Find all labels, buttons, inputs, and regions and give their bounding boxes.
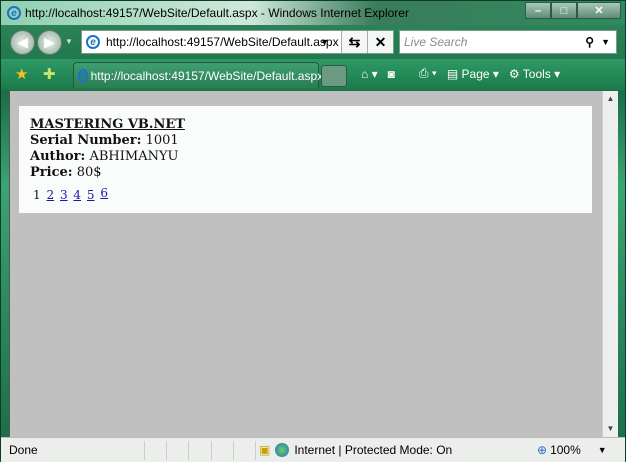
search-dropdown[interactable]: ▼ [601,37,610,47]
page-icon: e [86,35,100,49]
navigation-bar: ◀ ▶ ▼ e http://localhost:49157/WebSite/D… [1,27,625,58]
author-value: ABHIMANYU [89,149,179,164]
price-value: 80$ [76,165,102,180]
tab-title: http://localhost:49157/WebSite/Default.a… [90,68,324,83]
minimize-button[interactable]: – [525,2,551,19]
pager: 1 2 3 4 5 6 [30,185,581,203]
author-label: Author: [30,149,86,164]
print-icon[interactable]: ⎙ ▾ [419,66,437,81]
pager-link-3[interactable]: 3 [60,188,68,202]
zoom-dropdown[interactable]: ▼ [598,445,607,455]
zoom-level: 100% [550,443,581,457]
page-menu[interactable]: ▤ Page ▾ [447,67,499,81]
status-bar: Done ▣ Internet | Protected Mode: On ⊕ 1… [1,437,625,462]
recent-pages-dropdown[interactable]: ▼ [65,37,73,46]
pager-link-6[interactable]: 6 [100,186,108,200]
browser-window: e http://localhost:49157/WebSite/Default… [0,0,626,462]
zoom-control[interactable]: ⊕ 100% ▼ [537,443,607,457]
title-bar: e http://localhost:49157/WebSite/Default… [1,1,625,25]
price-label: Price: [30,165,73,180]
protected-mode-icon: ▣ [259,443,271,457]
pager-link-5[interactable]: 5 [87,188,95,202]
rss-feed-icon[interactable]: ◙ [388,67,395,81]
tab-ie-icon: e [78,68,88,83]
pager-link-2[interactable]: 2 [46,188,54,202]
scroll-up-arrow[interactable]: ▲ [603,91,618,107]
address-dropdown[interactable]: ▼ [320,37,329,47]
command-bar: ★ ✚ e http://localhost:49157/WebSite/Def… [1,59,625,90]
address-bar[interactable]: e http://localhost:49157/WebSite/Default… [81,30,394,54]
search-input[interactable]: Live Search [404,35,467,49]
search-box[interactable]: Live Search ⚲ ▼ [399,30,617,54]
ie-logo-icon: e [7,6,21,20]
globe-icon [275,443,290,457]
search-icon[interactable]: ⚲ [585,35,594,49]
refresh-button[interactable]: ⇆ [341,31,367,53]
close-button[interactable]: ✕ [577,2,621,19]
add-favorites-icon[interactable]: ✚ [43,65,56,83]
scroll-down-arrow[interactable]: ▼ [603,421,618,437]
page-content: MASTERING VB.NET Serial Number: 1001 Aut… [9,91,618,437]
home-icon[interactable]: ⌂ ▾ [361,67,378,81]
security-zone[interactable]: ▣ Internet | Protected Mode: On [259,443,452,457]
pager-current-page: 1 [33,188,41,202]
status-text: Done [9,443,38,457]
tools-menu-label: Tools [522,66,551,81]
tools-menu[interactable]: ⚙ Tools ▾ [509,67,560,81]
book-title: MASTERING VB.NET [30,117,185,132]
address-input[interactable]: http://localhost:49157/WebSite/Default.a… [106,35,339,49]
window-title: http://localhost:49157/WebSite/Default.a… [25,6,409,20]
vertical-scrollbar[interactable]: ▲ ▼ [602,91,618,437]
favorites-star-icon[interactable]: ★ [15,65,28,83]
zone-text: Internet | Protected Mode: On [294,443,453,457]
zoom-icon: ⊕ [537,443,548,457]
maximize-button[interactable]: □ [551,2,577,19]
serial-value: 1001 [145,133,179,148]
serial-label: Serial Number: [30,133,142,148]
pager-link-4[interactable]: 4 [73,188,81,202]
page-menu-label: Page [461,66,490,81]
stop-button[interactable]: ✕ [367,31,393,53]
book-details-panel: MASTERING VB.NET Serial Number: 1001 Aut… [19,106,592,213]
back-button[interactable]: ◀ [10,30,35,55]
new-tab-button[interactable] [321,65,347,87]
forward-button[interactable]: ▶ [37,30,62,55]
browser-tab[interactable]: e http://localhost:49157/WebSite/Default… [73,62,323,88]
